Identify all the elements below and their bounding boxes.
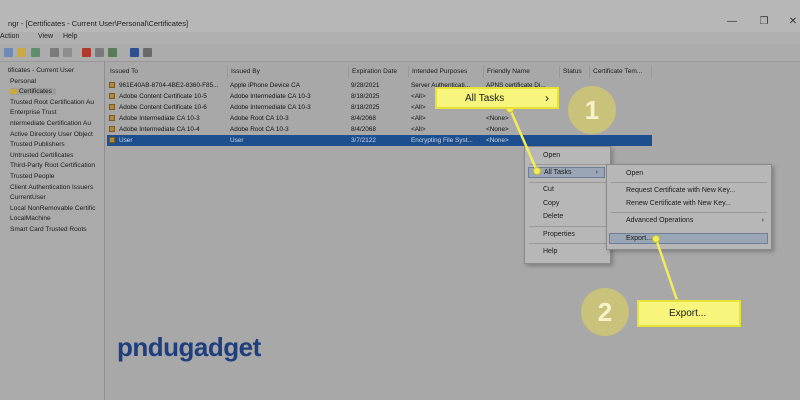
- callout-all-tasks: All Tasks ›: [435, 87, 559, 109]
- callout-export: Export...: [637, 300, 741, 327]
- callout-all-tasks-label: All Tasks: [465, 93, 505, 104]
- chevron-right-icon: ›: [545, 91, 549, 105]
- callout-export-label: Export...: [669, 308, 707, 319]
- connector-dot: [652, 235, 660, 243]
- connector-line-2: [654, 238, 680, 304]
- connector-dot: [533, 167, 541, 175]
- logo-part-2: gadget: [178, 332, 262, 362]
- step-badge-1: 1: [568, 86, 616, 134]
- connector-line-1: [508, 108, 539, 172]
- logo-part-1: pndu: [117, 332, 179, 362]
- step-badge-2: 2: [581, 288, 629, 336]
- brand-logo: pndugadget: [117, 332, 261, 363]
